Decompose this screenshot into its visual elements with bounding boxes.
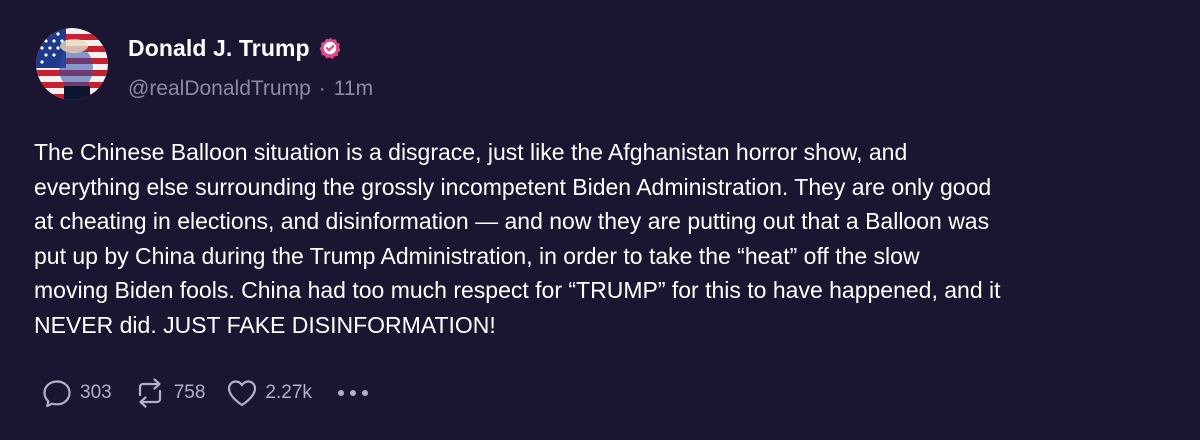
avatar[interactable] bbox=[36, 28, 108, 100]
like-count: 2.27k bbox=[265, 382, 312, 403]
display-name[interactable]: Donald J. Trump bbox=[128, 35, 310, 62]
ellipsis-icon-dot-3 bbox=[361, 390, 368, 396]
retruth-count: 758 bbox=[173, 382, 206, 403]
verified-badge-icon bbox=[319, 37, 341, 59]
post-text: The Chinese Balloon situation is a disgr… bbox=[34, 139, 1001, 338]
separator: · bbox=[318, 77, 326, 100]
retruth-button[interactable]: 758 bbox=[132, 376, 206, 410]
author-name-row: Donald J. Trump bbox=[128, 34, 342, 62]
speech-bubble-icon bbox=[43, 380, 71, 408]
action-bar: 303 758 2.27k bbox=[40, 375, 368, 411]
more-options-button[interactable] bbox=[337, 390, 368, 396]
repost-arrows-icon bbox=[138, 378, 161, 408]
post-card: Donald J. Trump @realDonaldTrump · 11m T… bbox=[0, 0, 1200, 440]
timestamp[interactable]: 11m bbox=[334, 77, 373, 101]
author-meta: @realDonaldTrump · 11m bbox=[128, 76, 373, 102]
like-button[interactable]: 2.27k bbox=[225, 376, 312, 410]
handle[interactable]: @realDonaldTrump bbox=[128, 77, 311, 101]
reply-count: 303 bbox=[80, 382, 112, 403]
ellipsis-icon-dot-2 bbox=[349, 390, 356, 396]
reply-button[interactable]: 303 bbox=[40, 376, 112, 410]
ellipsis-icon-dot-1 bbox=[337, 390, 344, 396]
heart-icon bbox=[228, 380, 257, 407]
